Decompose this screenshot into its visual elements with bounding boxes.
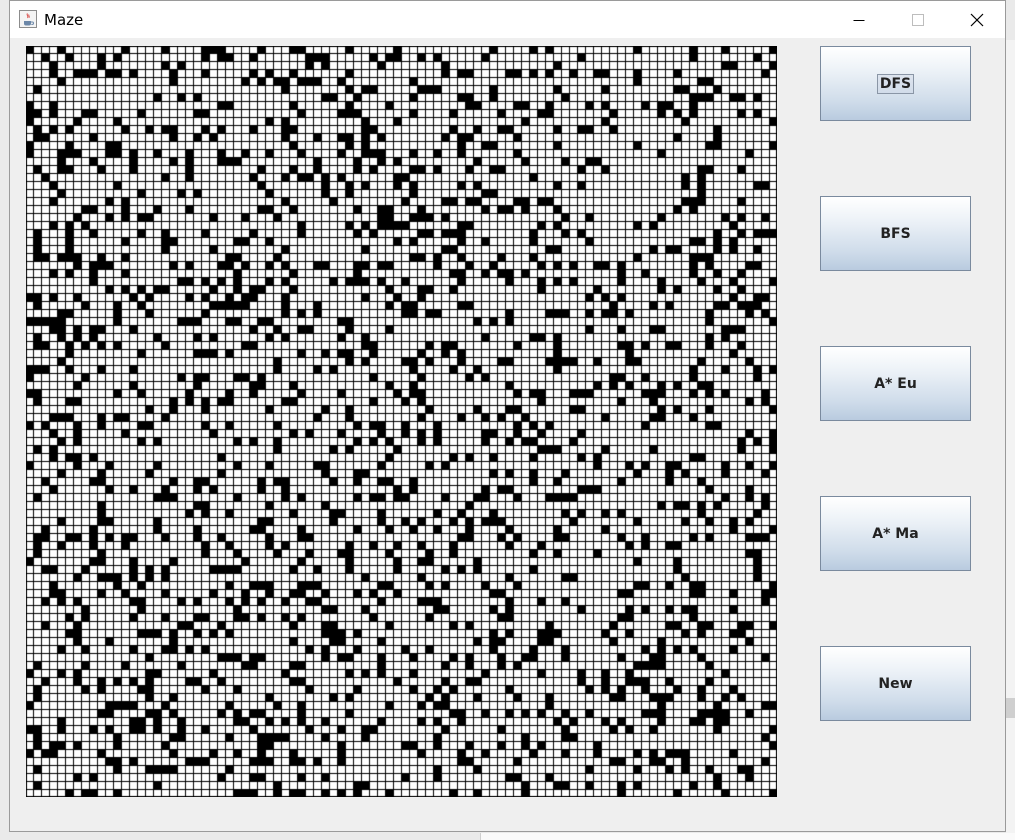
a-star-eu-button[interactable]: A* Eu	[820, 346, 971, 421]
maximize-button[interactable]	[889, 1, 947, 38]
dfs-button-label: DFS	[876, 73, 915, 94]
new-maze-button[interactable]: New	[820, 646, 971, 721]
minimize-button[interactable]	[830, 1, 888, 38]
window-title: Maze	[44, 11, 84, 29]
maximize-icon	[912, 13, 924, 26]
background-window-edge	[1006, 40, 1015, 840]
title-bar[interactable]: Maze	[10, 1, 1005, 38]
dfs-button[interactable]: DFS	[820, 46, 971, 121]
bfs-button-label: BFS	[880, 225, 911, 242]
java-app-icon	[19, 10, 37, 28]
background-window-bottom	[480, 833, 1015, 840]
close-icon	[970, 13, 984, 26]
background-window-scrollbar	[1006, 698, 1015, 718]
close-button[interactable]	[948, 1, 1006, 38]
minimize-icon	[853, 19, 865, 21]
a-star-ma-button-label: A* Ma	[872, 525, 919, 542]
maze-window: Maze DFS BFS A* Eu A* Ma New	[9, 0, 1006, 832]
a-star-ma-button[interactable]: A* Ma	[820, 496, 971, 571]
new-button-label: New	[878, 675, 913, 692]
bfs-button[interactable]: BFS	[820, 196, 971, 271]
maze-grid[interactable]	[26, 46, 777, 797]
a-star-eu-button-label: A* Eu	[874, 375, 917, 392]
